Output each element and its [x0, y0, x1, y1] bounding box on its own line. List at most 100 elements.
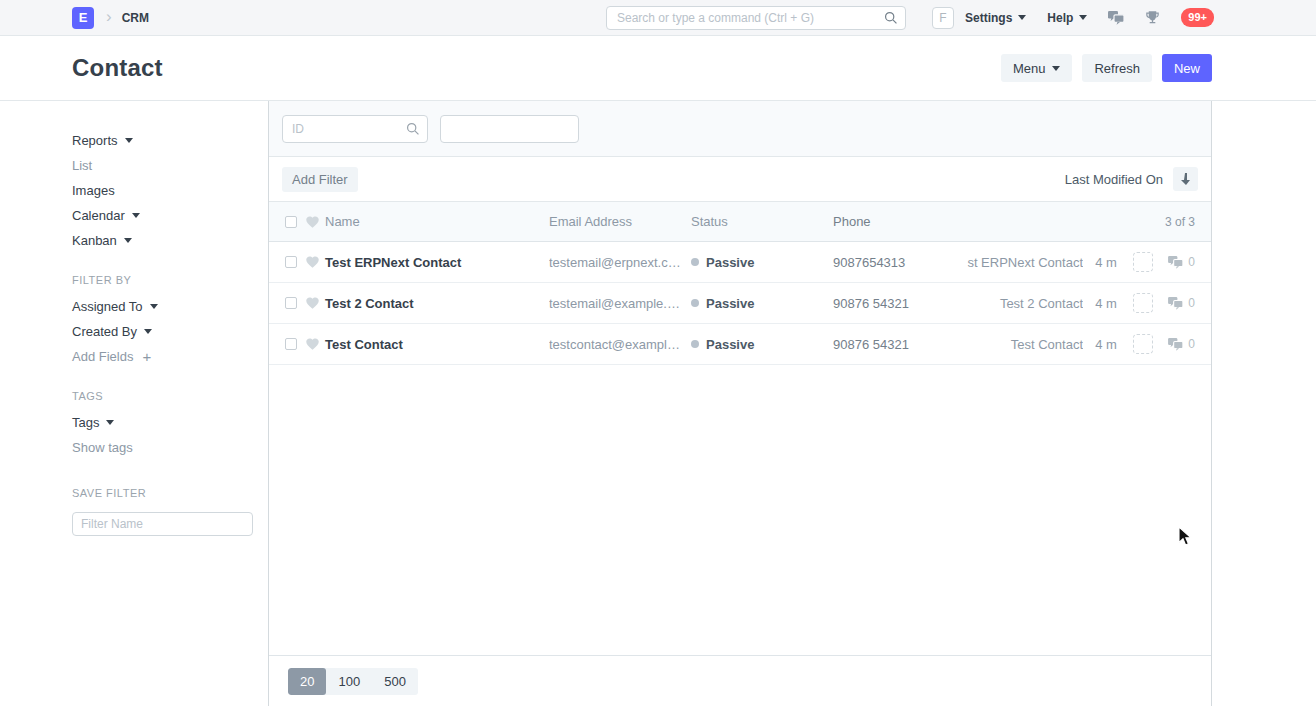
- sidebar-tags[interactable]: Tags: [72, 415, 253, 429]
- chevron-down-icon: [124, 238, 132, 243]
- sidebar-item-images[interactable]: Images: [72, 183, 253, 197]
- modified-by: Test 2 Contact: [933, 296, 1083, 311]
- list-area: Add Filter Last Modified On Name Email A…: [268, 101, 1212, 706]
- standard-filter-section: [269, 101, 1211, 157]
- row-checkbox[interactable]: [285, 256, 305, 268]
- chevron-down-icon: [106, 420, 114, 425]
- select-all-checkbox[interactable]: [285, 216, 305, 228]
- column-header-name[interactable]: Name: [325, 214, 549, 229]
- list-header-row: Name Email Address Status Phone 3 of 3: [269, 202, 1211, 242]
- arrow-down-icon: [1181, 173, 1191, 185]
- heart-icon[interactable]: [305, 337, 325, 351]
- list-sidebar: Reports List Images Calendar Kanban FILT…: [0, 101, 268, 706]
- contact-email: testcontact@example.com: [549, 337, 691, 352]
- page-length-100[interactable]: 100: [326, 668, 372, 695]
- id-filter[interactable]: [282, 115, 428, 143]
- contact-email: testemail@example.com: [549, 296, 691, 311]
- sidebar-item-kanban[interactable]: Kanban: [72, 233, 253, 247]
- contact-status: Passive: [691, 296, 833, 311]
- table-row[interactable]: Test Contact testcontact@example.com Pas…: [269, 324, 1211, 365]
- liked-filter-heart-icon[interactable]: [305, 215, 325, 229]
- filter-name-input[interactable]: [72, 512, 253, 536]
- table-row[interactable]: Test ERPNext Contact testemail@erpnext.c…: [269, 242, 1211, 283]
- list-count: 3 of 3: [1165, 215, 1195, 229]
- chevron-down-icon: [144, 329, 152, 334]
- chat-icon[interactable]: [1108, 11, 1124, 25]
- page-length-20[interactable]: 20: [288, 668, 326, 695]
- page-length-500[interactable]: 500: [372, 668, 418, 695]
- tags-label: TAGS: [72, 390, 253, 402]
- sort-field-label[interactable]: Last Modified On: [1065, 172, 1163, 187]
- contact-name-link[interactable]: Test Contact: [325, 337, 549, 352]
- modified-by: Test Contact: [933, 337, 1083, 352]
- chevron-down-icon: [150, 304, 158, 309]
- contact-phone: 90876 54321: [833, 296, 933, 311]
- global-search[interactable]: [606, 6, 906, 30]
- modified-time: 4 m: [1083, 337, 1129, 352]
- user-avatar[interactable]: F: [932, 7, 954, 29]
- page-length-selector: 20 100 500: [269, 655, 1211, 706]
- trophy-icon[interactable]: [1145, 10, 1160, 25]
- search-icon: [884, 11, 898, 25]
- column-header-phone[interactable]: Phone: [833, 214, 1165, 229]
- mouse-cursor: [1178, 526, 1193, 547]
- secondary-filter[interactable]: [440, 115, 579, 143]
- column-header-email[interactable]: Email Address: [549, 214, 691, 229]
- sidebar-assigned-to[interactable]: Assigned To: [72, 299, 253, 313]
- modified-by: st ERPNext Contact: [933, 255, 1083, 270]
- chevron-down-icon: [132, 213, 140, 218]
- status-dot: [691, 299, 699, 307]
- sidebar-add-fields[interactable]: Add Fields+: [72, 349, 253, 363]
- chevron-down-icon: [1079, 15, 1087, 20]
- sidebar-created-by[interactable]: Created By: [72, 324, 253, 338]
- plus-icon: +: [142, 348, 151, 365]
- page-head: Contact Menu Refresh New: [0, 36, 1316, 101]
- app-logo[interactable]: E: [72, 7, 94, 29]
- comment-icon: [1168, 338, 1183, 351]
- search-icon: [406, 122, 420, 136]
- help-menu[interactable]: Help: [1047, 11, 1087, 25]
- add-filter-button[interactable]: Add Filter: [282, 167, 358, 192]
- heart-icon[interactable]: [305, 255, 325, 269]
- menu-button[interactable]: Menu: [1001, 54, 1073, 82]
- sidebar-show-tags[interactable]: Show tags: [72, 440, 253, 454]
- contact-status: Passive: [691, 255, 833, 270]
- page-title: Contact: [72, 54, 163, 82]
- heart-icon[interactable]: [305, 296, 325, 310]
- assign-button[interactable]: [1129, 252, 1157, 272]
- modified-time: 4 m: [1083, 255, 1129, 270]
- filter-by-label: FILTER BY: [72, 274, 253, 286]
- notification-badge[interactable]: 99+: [1181, 8, 1214, 27]
- column-header-status[interactable]: Status: [691, 214, 833, 229]
- refresh-button[interactable]: Refresh: [1082, 54, 1152, 82]
- contact-status: Passive: [691, 337, 833, 352]
- sidebar-item-reports[interactable]: Reports: [72, 133, 253, 147]
- navbar: E › CRM F Settings Help 99+: [0, 0, 1316, 36]
- sort-direction-button[interactable]: [1173, 167, 1198, 191]
- comment-icon: [1168, 297, 1183, 310]
- contact-phone: 9087654313: [833, 255, 933, 270]
- row-checkbox[interactable]: [285, 297, 305, 309]
- comment-icon: [1168, 256, 1183, 269]
- chevron-down-icon: [1018, 15, 1026, 20]
- contact-email: testemail@erpnext.com: [549, 255, 691, 270]
- modified-time: 4 m: [1083, 296, 1129, 311]
- assign-button[interactable]: [1129, 334, 1157, 354]
- row-checkbox[interactable]: [285, 338, 305, 350]
- global-search-input[interactable]: [606, 6, 906, 30]
- contact-name-link[interactable]: Test 2 Contact: [325, 296, 549, 311]
- chevron-down-icon: [125, 138, 133, 143]
- new-button[interactable]: New: [1162, 54, 1212, 82]
- status-dot: [691, 340, 699, 348]
- assign-button[interactable]: [1129, 293, 1157, 313]
- secondary-filter-input[interactable]: [440, 115, 579, 143]
- status-dot: [691, 258, 699, 266]
- comment-count: 0: [1157, 337, 1195, 351]
- comment-count: 0: [1157, 296, 1195, 310]
- sidebar-item-calendar[interactable]: Calendar: [72, 208, 253, 222]
- settings-menu[interactable]: Settings: [965, 11, 1026, 25]
- sidebar-item-list[interactable]: List: [72, 158, 253, 172]
- table-row[interactable]: Test 2 Contact testemail@example.com Pas…: [269, 283, 1211, 324]
- contact-name-link[interactable]: Test ERPNext Contact: [325, 255, 549, 270]
- breadcrumb[interactable]: CRM: [122, 11, 149, 25]
